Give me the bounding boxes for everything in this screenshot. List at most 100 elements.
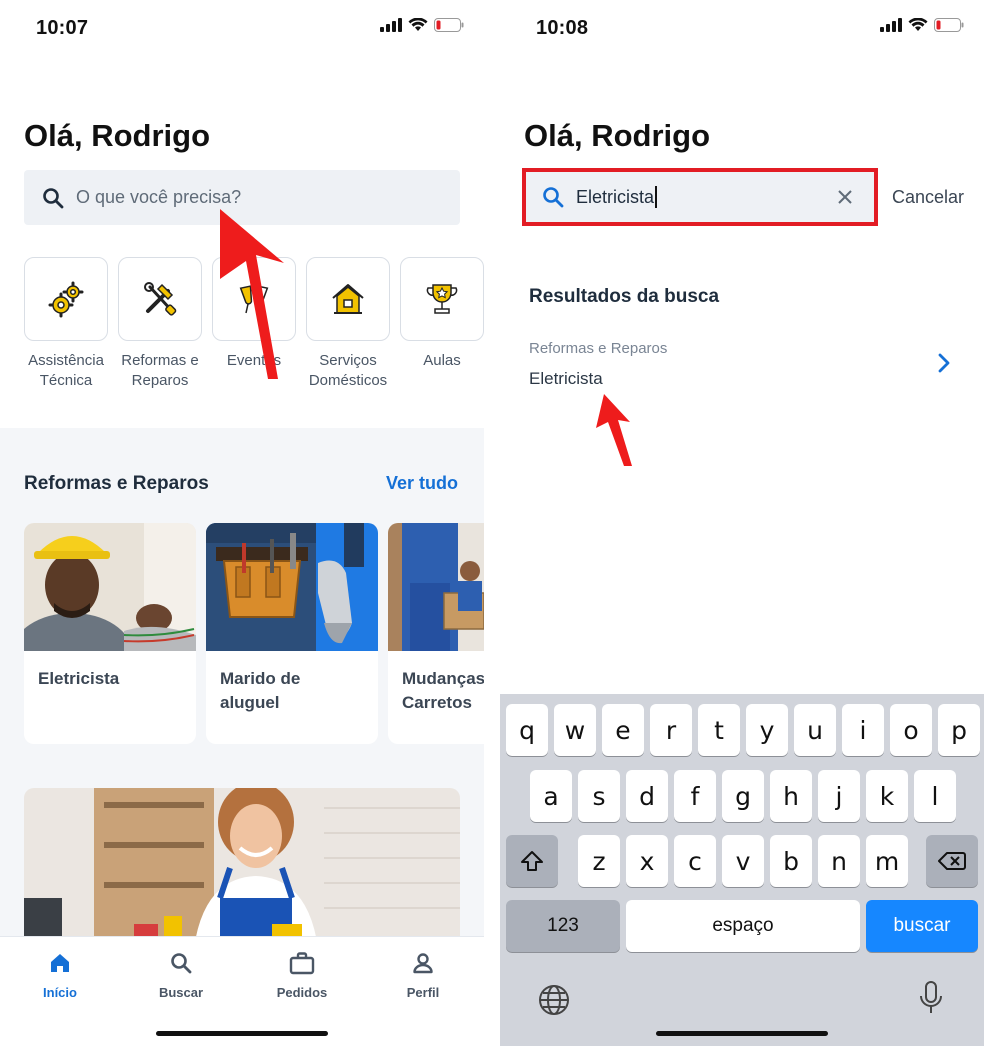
tab-buscar[interactable]: Buscar xyxy=(136,951,226,1000)
key-d[interactable]: d xyxy=(626,770,668,822)
signal-icon xyxy=(380,18,402,32)
key-c[interactable]: c xyxy=(674,835,716,887)
key-j[interactable]: j xyxy=(818,770,860,822)
status-icons xyxy=(880,18,964,32)
status-time: 10:07 xyxy=(36,17,89,39)
backspace-icon xyxy=(938,852,966,870)
see-all-link[interactable]: Ver tudo xyxy=(386,473,458,494)
key-m[interactable]: m xyxy=(866,835,908,887)
key-f[interactable]: f xyxy=(674,770,716,822)
result-name[interactable]: Eletricista xyxy=(529,369,603,389)
tab-perfil[interactable]: Perfil xyxy=(378,951,468,1000)
greeting-title: Olá, Rodrigo xyxy=(24,118,210,153)
key-k[interactable]: k xyxy=(866,770,908,822)
key-n[interactable]: n xyxy=(818,835,860,887)
search-icon xyxy=(543,187,564,208)
card-photo xyxy=(388,523,484,651)
key-e[interactable]: e xyxy=(602,704,644,756)
search-field[interactable]: Eletricista xyxy=(522,168,878,226)
status-bar: 10:08 xyxy=(500,0,984,58)
signal-icon xyxy=(880,18,902,32)
keyboard-row-4: 123 espaço buscar xyxy=(500,900,984,952)
clear-icon[interactable] xyxy=(834,186,856,208)
key-o[interactable]: o xyxy=(890,704,932,756)
annotation-arrow-icon xyxy=(220,209,284,379)
promo-banner[interactable] xyxy=(24,788,460,948)
key-b[interactable]: b xyxy=(770,835,812,887)
key-g[interactable]: g xyxy=(722,770,764,822)
service-card-mudancas[interactable]: Mudanças e Carretos xyxy=(388,523,484,744)
wifi-icon xyxy=(408,18,428,31)
card-label: Mudanças e Carretos xyxy=(402,669,484,712)
text-cursor xyxy=(655,186,658,208)
category-label: Aulas xyxy=(423,352,461,369)
bottom-tab-bar: Início Buscar Pedidos Perfil xyxy=(0,936,484,1046)
service-card-marido-de-aluguel[interactable]: Marido de aluguel xyxy=(206,523,378,744)
key-w[interactable]: w xyxy=(554,704,596,756)
chevron-right-icon[interactable] xyxy=(936,352,952,374)
card-photo xyxy=(206,523,378,651)
key-u[interactable]: u xyxy=(794,704,836,756)
gears-icon xyxy=(48,281,84,318)
category-tile[interactable] xyxy=(400,257,484,341)
key-a[interactable]: a xyxy=(530,770,572,822)
tab-inicio[interactable]: Início xyxy=(15,951,105,1000)
microphone-icon[interactable] xyxy=(918,980,944,1016)
key-y[interactable]: y xyxy=(746,704,788,756)
category-assistencia-tecnica[interactable]: Assistência Técnica xyxy=(24,257,108,391)
tab-pedidos[interactable]: Pedidos xyxy=(257,951,347,1000)
tools-icon xyxy=(144,282,177,316)
briefcase-icon xyxy=(289,952,315,975)
key-p[interactable]: p xyxy=(938,704,980,756)
numbers-key[interactable]: 123 xyxy=(506,900,620,952)
shift-icon xyxy=(521,851,543,871)
search-submit-key[interactable]: buscar xyxy=(866,900,978,952)
key-v[interactable]: v xyxy=(722,835,764,887)
user-icon xyxy=(413,953,433,974)
wifi-icon xyxy=(908,18,928,31)
category-reformas-reparos[interactable]: Reformas e Reparos xyxy=(118,257,202,391)
home-icon xyxy=(51,954,69,972)
category-tile[interactable] xyxy=(24,257,108,341)
space-key[interactable]: espaço xyxy=(626,900,860,952)
home-indicator xyxy=(656,1031,828,1036)
category-tile[interactable] xyxy=(306,257,390,341)
backspace-key[interactable] xyxy=(926,835,978,887)
key-r[interactable]: r xyxy=(650,704,692,756)
home-screen: 10:07 Olá, Rodrigo O que você precisa? A… xyxy=(0,0,484,1046)
key-s[interactable]: s xyxy=(578,770,620,822)
service-card-eletricista[interactable]: Eletricista xyxy=(24,523,196,744)
shift-key[interactable] xyxy=(506,835,558,887)
key-i[interactable]: i xyxy=(842,704,884,756)
key-h[interactable]: h xyxy=(770,770,812,822)
key-t[interactable]: t xyxy=(698,704,740,756)
tab-label: Buscar xyxy=(158,985,204,1000)
key-l[interactable]: l xyxy=(914,770,956,822)
category-tile[interactable] xyxy=(118,257,202,341)
on-screen-keyboard: q w e r t y u i o p a s d f g h j k l z xyxy=(500,694,984,1046)
globe-icon[interactable] xyxy=(538,984,570,1016)
tab-label: Pedidos xyxy=(276,985,328,1000)
card-label: Marido de aluguel xyxy=(220,669,301,712)
battery-icon xyxy=(434,18,464,32)
search-screen: 10:08 Olá, Rodrigo Eletricista Cancelar … xyxy=(500,0,984,1046)
service-cards: Eletricista Marido de aluguel Mudanças C… xyxy=(24,523,484,744)
category-servicos-domesticos[interactable]: Serviços Domésticos xyxy=(306,257,390,391)
category-label: Assistência Técnica xyxy=(28,352,104,389)
cancel-button[interactable]: Cancelar xyxy=(892,187,964,208)
category-label: Reformas e Reparos xyxy=(121,352,199,389)
home-indicator xyxy=(156,1031,328,1036)
tab-label: Perfil xyxy=(406,985,440,1000)
status-bar: 10:07 xyxy=(0,0,484,58)
status-time: 10:08 xyxy=(536,17,589,39)
card-photo xyxy=(24,523,196,651)
result-category: Reformas e Reparos xyxy=(529,340,668,357)
key-x[interactable]: x xyxy=(626,835,668,887)
search-input-value[interactable]: Eletricista xyxy=(576,187,654,208)
tab-label: Início xyxy=(43,985,77,1000)
keyboard-row-3: z x c v b n m xyxy=(500,835,984,887)
key-z[interactable]: z xyxy=(578,835,620,887)
key-q[interactable]: q xyxy=(506,704,548,756)
search-icon xyxy=(43,187,64,208)
category-aulas[interactable]: Aulas xyxy=(400,257,484,391)
